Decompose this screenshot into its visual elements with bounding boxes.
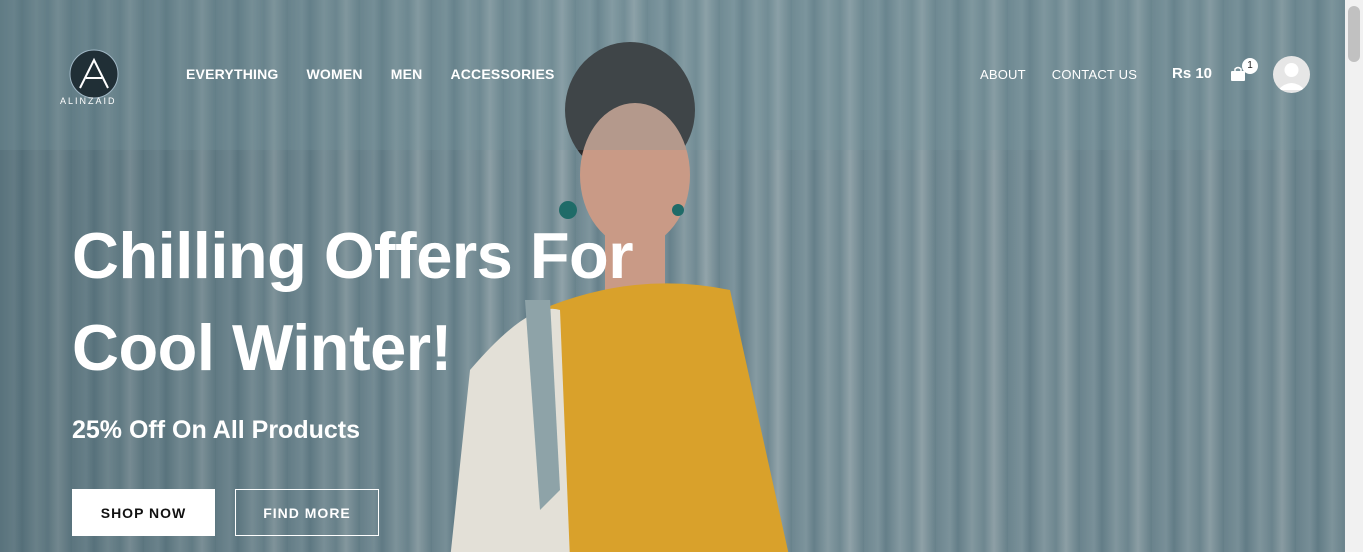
cart-total[interactable]: Rs 10	[1172, 65, 1212, 82]
hero-subheadline: 25% Off On All Products	[72, 416, 361, 444]
main-navigation: EVERYTHING WOMEN MEN ACCESSORIES	[186, 66, 555, 82]
nav-about[interactable]: ABOUT	[980, 67, 1026, 82]
shop-now-button[interactable]: SHOP NOW	[72, 489, 215, 536]
nav-accessories[interactable]: ACCESSORIES	[450, 66, 554, 82]
hero-background: ALINZAID EVERYTHING WOMEN MEN ACCESSORIE…	[0, 0, 1363, 552]
brand-logo-text: ALINZAID	[60, 96, 117, 106]
find-more-button[interactable]: FIND MORE	[235, 489, 379, 536]
user-avatar-icon[interactable]	[1273, 56, 1310, 93]
nav-contact-us[interactable]: CONTACT US	[1052, 67, 1137, 82]
hero-headline-line-1: Chilling Offers For	[72, 219, 634, 292]
nav-women[interactable]: WOMEN	[307, 66, 363, 82]
nav-men[interactable]: MEN	[391, 66, 423, 82]
hero-headline-line-2: Cool Winter!	[72, 311, 452, 384]
secondary-navigation: ABOUT CONTACT US	[980, 67, 1137, 82]
page-scrollbar[interactable]	[1345, 0, 1363, 552]
nav-everything[interactable]: EVERYTHING	[186, 66, 279, 82]
scrollbar-thumb[interactable]	[1348, 6, 1360, 62]
cart-count-badge: 1	[1242, 58, 1258, 74]
user-silhouette-icon	[1278, 63, 1305, 90]
hero-headline: Chilling Offers For Cool Winter!	[72, 210, 672, 394]
